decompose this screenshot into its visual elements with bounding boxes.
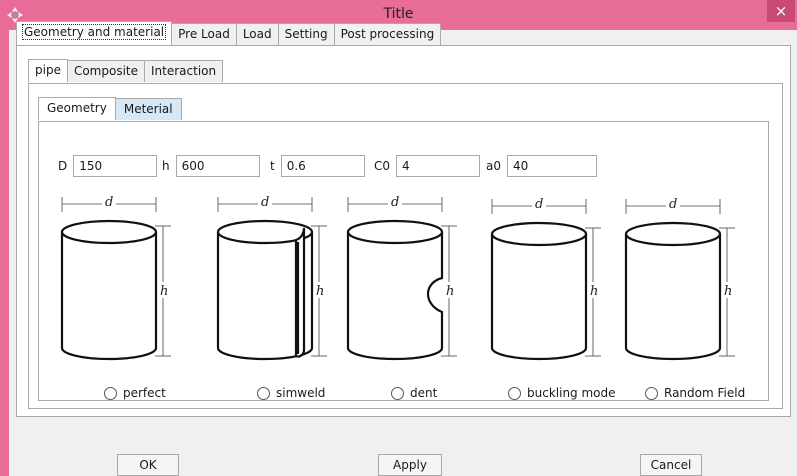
option-label: perfect: [123, 386, 166, 400]
mid-tab-bar: pipe Composite Interaction: [28, 59, 224, 82]
dim-d-label: d: [669, 197, 677, 212]
tab-geometry[interactable]: Geometry: [38, 97, 116, 120]
radio-button[interactable]: [104, 386, 117, 400]
a0-field[interactable]: [507, 155, 597, 177]
close-icon[interactable]: ×: [767, 0, 795, 22]
option-label: dent: [410, 386, 438, 400]
c0-field[interactable]: [396, 155, 481, 177]
option-label: Random Field: [664, 386, 746, 400]
outer-tab-bar: Geometry and material Pre Load Load Sett…: [16, 21, 442, 45]
d-field[interactable]: [73, 155, 158, 177]
radio-button[interactable]: [508, 386, 521, 400]
tab-composite[interactable]: Composite: [66, 60, 145, 82]
random-field-cylinder-figure: d h: [620, 192, 760, 372]
param-label: t: [270, 159, 275, 173]
t-field[interactable]: [280, 155, 365, 177]
dim-d-label: d: [105, 195, 113, 210]
tab-geometry-and-material[interactable]: Geometry and material: [16, 21, 173, 45]
dim-h-label: h: [590, 284, 598, 299]
option-perfect[interactable]: perfect: [104, 386, 166, 400]
tab-meterial[interactable]: Meterial: [114, 98, 182, 120]
buckling-mode-cylinder-figure: d h: [484, 192, 624, 372]
ok-button[interactable]: OK: [117, 454, 179, 476]
window-title: Title: [383, 6, 414, 22]
tab-label: Geometry and material: [21, 24, 167, 40]
dim-d-label: d: [261, 195, 269, 210]
option-dent[interactable]: dent: [391, 386, 437, 400]
tab-pipe[interactable]: pipe: [28, 59, 68, 82]
param-d: D: [58, 155, 158, 177]
option-label: simweld: [276, 386, 326, 400]
dim-h-label: h: [724, 284, 732, 299]
dim-h-label: h: [160, 284, 168, 299]
option-random-field[interactable]: Random Field: [645, 386, 745, 400]
tab-post-processing[interactable]: Post processing: [333, 23, 442, 45]
option-buckling-mode[interactable]: buckling mode: [508, 386, 616, 400]
param-a0: a0: [486, 155, 597, 177]
param-h: h: [162, 155, 260, 177]
param-t: t: [270, 155, 365, 177]
param-label: C0: [374, 159, 391, 173]
simweld-cylinder-figure: d h: [210, 192, 350, 372]
param-c0: C0: [374, 155, 481, 177]
dim-h-label: h: [316, 284, 324, 299]
dim-d-label: d: [391, 195, 399, 210]
dent-cylinder-figure: d h: [342, 192, 482, 372]
tab-setting[interactable]: Setting: [277, 23, 335, 45]
tab-interaction[interactable]: Interaction: [144, 60, 224, 82]
radio-button[interactable]: [257, 386, 270, 400]
option-simweld[interactable]: simweld: [257, 386, 325, 400]
tab-pre-load[interactable]: Pre Load: [171, 23, 237, 45]
dim-d-label: d: [535, 197, 543, 212]
cancel-button[interactable]: Cancel: [640, 454, 702, 476]
option-label: buckling mode: [527, 386, 616, 400]
tab-load[interactable]: Load: [235, 23, 279, 45]
param-label: a0: [486, 159, 501, 173]
h-field[interactable]: [175, 155, 260, 177]
radio-button[interactable]: [645, 386, 658, 400]
radio-button[interactable]: [391, 386, 404, 400]
perfect-cylinder-figure: d h: [52, 192, 192, 372]
param-label: h: [162, 159, 170, 173]
apply-button[interactable]: Apply: [378, 454, 442, 476]
dim-h-label: h: [446, 284, 454, 299]
inner-tab-bar: Geometry Meterial: [38, 97, 182, 120]
param-label: D: [58, 159, 68, 173]
